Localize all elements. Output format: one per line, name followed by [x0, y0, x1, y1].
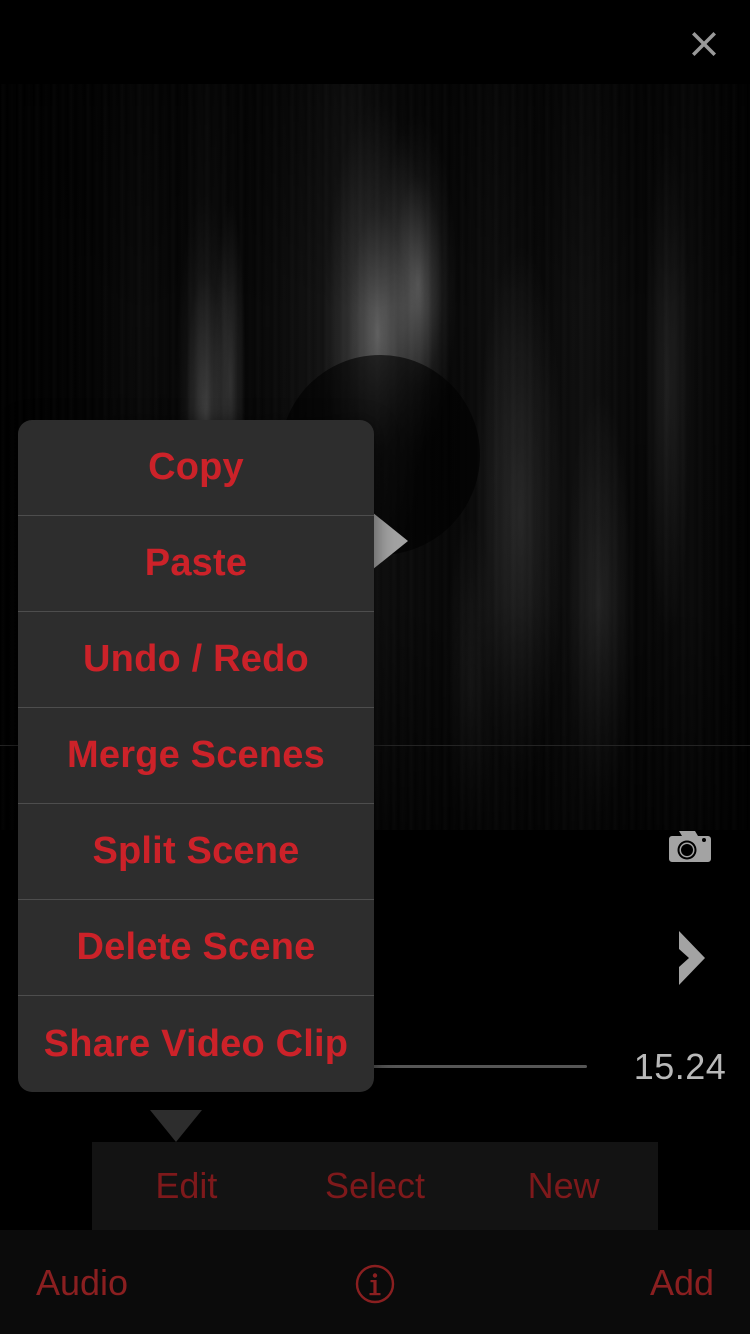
- close-button[interactable]: [680, 20, 728, 68]
- chevron-right-icon: [679, 931, 705, 985]
- camera-icon: [669, 831, 711, 862]
- menu-item-split-scene[interactable]: Split Scene: [18, 804, 374, 900]
- context-menu-pointer: [150, 1110, 202, 1142]
- context-menu: Copy Paste Undo / Redo Merge Scenes Spli…: [18, 420, 374, 1092]
- mode-item-edit[interactable]: Edit: [92, 1165, 281, 1207]
- timecode-label: 15.24: [633, 1046, 727, 1087]
- menu-item-copy[interactable]: Copy: [18, 420, 374, 516]
- info-icon: [355, 1264, 395, 1304]
- menu-item-paste[interactable]: Paste: [18, 516, 374, 612]
- mode-strip: Edit Select New: [92, 1142, 658, 1230]
- menu-item-delete-scene[interactable]: Delete Scene: [18, 900, 374, 996]
- info-button[interactable]: [355, 1264, 395, 1304]
- menu-item-undo-redo[interactable]: Undo / Redo: [18, 612, 374, 708]
- close-icon: [692, 32, 716, 56]
- menu-item-merge-scenes[interactable]: Merge Scenes: [18, 708, 374, 804]
- audio-button[interactable]: Audio: [36, 1262, 128, 1304]
- app-root: 15.24 Edit Select New Audio Add Copy Pas…: [0, 0, 750, 1334]
- top-bar: [0, 0, 750, 84]
- camera-button[interactable]: [659, 824, 715, 870]
- mode-item-new[interactable]: New: [469, 1165, 658, 1207]
- mode-item-select[interactable]: Select: [281, 1165, 470, 1207]
- menu-item-share-video-clip[interactable]: Share Video Clip: [18, 996, 374, 1092]
- next-scene-button[interactable]: [660, 920, 722, 996]
- timeline-track[interactable]: [370, 1065, 587, 1068]
- add-button[interactable]: Add: [650, 1262, 714, 1304]
